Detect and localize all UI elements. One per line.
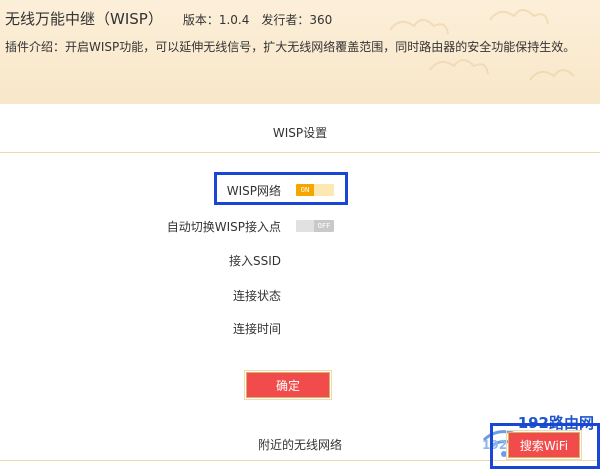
toggle-track bbox=[314, 184, 334, 196]
wisp-network-label: WISP网络 bbox=[226, 184, 281, 198]
auto-switch-toggle[interactable]: OFF bbox=[296, 220, 334, 232]
toggle-track bbox=[296, 220, 314, 232]
plugin-description: 插件介绍：开启WISP功能，可以延伸无线信号，扩大无线网络覆盖范围，同时路由器的… bbox=[5, 40, 576, 54]
auto-switch-label: 自动切换WISP接入点 bbox=[166, 220, 281, 234]
nearby-networks-title: 附近的无线网络 bbox=[257, 438, 342, 452]
section-divider bbox=[0, 152, 600, 153]
wisp-network-toggle[interactable]: ON bbox=[296, 184, 334, 196]
search-highlight-box bbox=[490, 423, 600, 469]
plugin-version: 版本：1.0.4 bbox=[182, 13, 250, 27]
plugin-header: 无线万能中继（WISP） 版本：1.0.4 发行者：360 插件介绍：开启WIS… bbox=[0, 0, 600, 104]
status-label: 连接状态 bbox=[232, 289, 281, 303]
title-row: 无线万能中继（WISP） 版本：1.0.4 发行者：360 bbox=[5, 8, 332, 28]
plugin-title: 无线万能中继（WISP） bbox=[5, 10, 163, 28]
section-title: WISP设置 bbox=[272, 126, 328, 140]
toggle-off-knob: OFF bbox=[314, 220, 334, 232]
ssid-label: 接入SSID bbox=[228, 254, 281, 268]
confirm-button[interactable]: 确定 bbox=[244, 370, 332, 400]
toggle-on-knob: ON bbox=[296, 184, 314, 196]
time-label: 连接时间 bbox=[232, 322, 281, 336]
plugin-publisher: 发行者：360 bbox=[261, 13, 333, 27]
